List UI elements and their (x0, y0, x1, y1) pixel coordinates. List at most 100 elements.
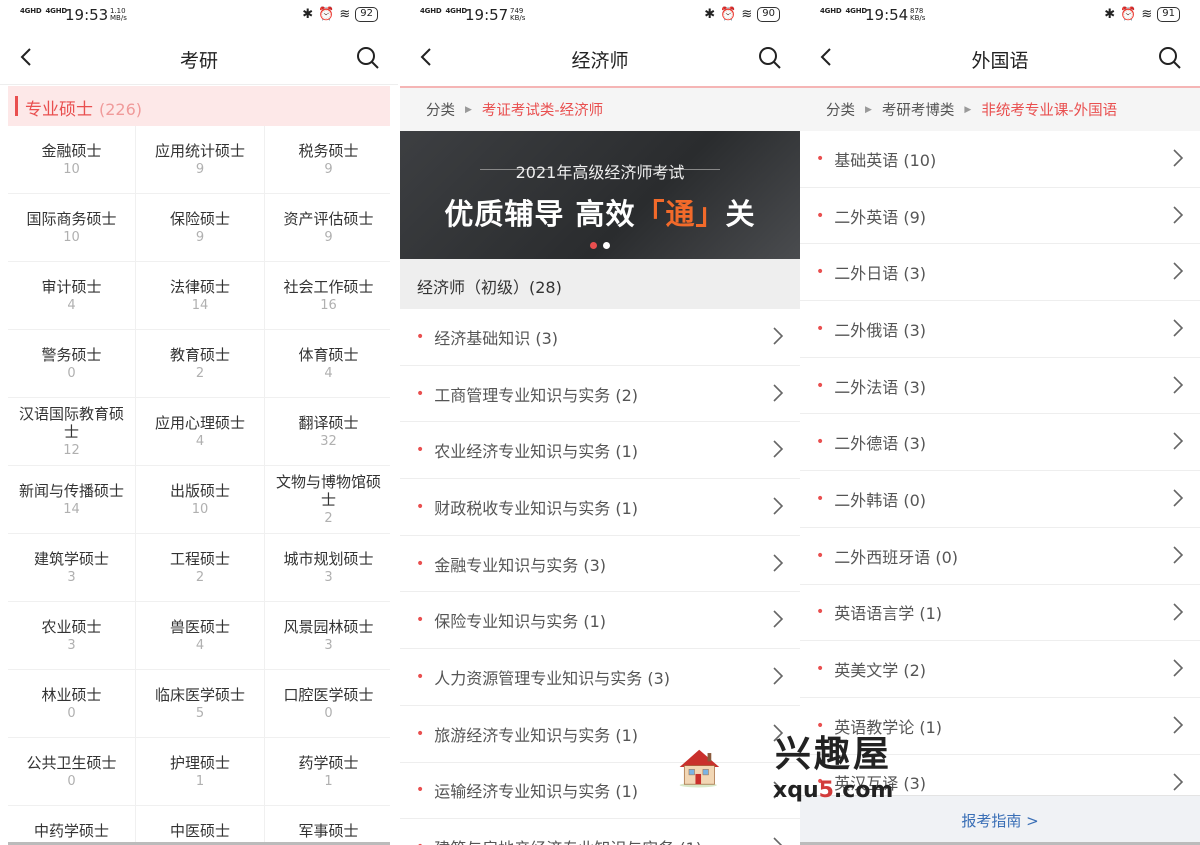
list-item[interactable]: • 二外西班牙语 (0) (800, 528, 1200, 585)
section-header: 专业硕士 (226) (8, 86, 390, 126)
category-cell[interactable]: 税务硕士 9 (265, 126, 392, 193)
category-cell[interactable]: 保险硕士 9 (136, 194, 264, 261)
list-item-label: 二外西班牙语 (0) (834, 547, 959, 567)
category-cell[interactable]: 护理硕士 1 (136, 738, 264, 805)
category-cell[interactable]: 林业硕士 0 (8, 670, 135, 737)
category-name: 法律硕士 (169, 277, 230, 296)
breadcrumb-item-current[interactable]: 非统考专业课-外国语 (971, 99, 1127, 120)
breadcrumb-item-current[interactable]: 考证考试类-经济师 (472, 99, 613, 120)
list-item-label: 二外韩语 (0) (834, 490, 927, 510)
category-cell[interactable]: 金融硕士 10 (8, 126, 135, 193)
promo-banner[interactable]: 2021年高级经济师考试 优质辅导 高效「通」关 (400, 131, 800, 259)
category-cell[interactable]: 审计硕士 4 (8, 262, 135, 329)
category-count: 1 (195, 773, 205, 789)
list-item[interactable]: • 基础英语 (10) (800, 131, 1200, 188)
category-cell[interactable]: 中医硕士2 (136, 806, 264, 845)
category-cell[interactable]: 警务硕士 0 (8, 330, 135, 397)
category-cell[interactable]: 资产评估硕士 9 (265, 194, 392, 261)
category-count: 4 (67, 297, 76, 313)
category-name: 公共卫生硕士 (26, 753, 117, 772)
chevron-right-icon (1173, 659, 1184, 677)
alarm-icon: ⏰ (1120, 7, 1137, 22)
battery-indicator: 90 (757, 7, 780, 22)
category-cell[interactable]: 药学硕士 1 (265, 738, 392, 805)
category-cell[interactable]: 教育硕士 2 (136, 330, 264, 397)
chevron-right-icon (773, 327, 784, 345)
chevron-right-icon (773, 384, 784, 402)
category-cell[interactable]: 应用心理硕士 4 (136, 398, 264, 465)
category-cell[interactable]: 应用统计硕士 9 (136, 126, 264, 193)
chevron-right-icon (1173, 602, 1184, 621)
category-cell[interactable]: 口腔医学硕士 0 (265, 670, 392, 737)
category-cell[interactable]: 军事硕士0 (265, 806, 392, 845)
chevron-right-icon (1173, 546, 1184, 564)
category-count: 10 (191, 501, 209, 517)
category-cell[interactable]: 出版硕士 10 (136, 466, 264, 533)
bullet-icon: • (416, 839, 424, 845)
breadcrumb-item[interactable]: 考研考博类 (872, 99, 965, 120)
category-cell[interactable]: 社会工作硕士 16 (265, 262, 392, 329)
category-cell[interactable]: 文物与博物馆硕士 2 (265, 466, 392, 533)
search-icon[interactable] (356, 46, 380, 70)
list-item-label: 二外法语 (3) (834, 377, 927, 397)
category-cell[interactable]: 公共卫生硕士 0 (8, 738, 135, 805)
category-name: 翻译硕士 (298, 413, 359, 432)
category-cell[interactable]: 翻译硕士 32 (265, 398, 392, 465)
net-speed: 878 KB/s (910, 7, 926, 22)
list-item[interactable]: • 农业经济专业知识与实务 (1) (400, 422, 800, 480)
list-item-label: 保险专业知识与实务 (1) (434, 612, 607, 632)
category-name: 农业硕士 (41, 617, 102, 636)
chevron-right-icon (1173, 716, 1184, 734)
category-cell[interactable]: 农业硕士 3 (8, 602, 135, 669)
status-time: 19:53 (65, 6, 109, 24)
list-item[interactable]: • 经济基础知识 (3) (400, 309, 800, 366)
search-icon[interactable] (758, 46, 782, 70)
list-item[interactable]: • 英语语言学 (1) (800, 585, 1200, 642)
category-cell[interactable]: 体育硕士 4 (265, 330, 392, 397)
category-cell[interactable]: 城市规划硕士 3 (265, 534, 392, 601)
banner-title: 2021年高级经济师考试 (515, 163, 685, 182)
list-item[interactable]: • 金融专业知识与实务 (3) (400, 536, 800, 593)
carousel-dots[interactable] (400, 234, 800, 253)
list-item[interactable]: • 二外俄语 (3) (800, 301, 1200, 358)
title-bar: 考研 (0, 30, 398, 85)
category-count: 0 (324, 705, 333, 721)
category-cell[interactable]: 风景园林硕士 3 (265, 602, 392, 669)
search-icon[interactable] (1158, 46, 1182, 70)
category-count: 2 (195, 569, 205, 585)
list-item[interactable]: • 二外日语 (3) (800, 244, 1200, 302)
category-name: 工程硕士 (169, 549, 230, 568)
category-cell[interactable]: 法律硕士 14 (136, 262, 264, 329)
status-bar: 4GHD 4GHD 19:54 878 KB/s ✱ ⏰ ≋ 91 (800, 0, 1200, 30)
category-cell[interactable]: 汉语国际教育硕士 12 (8, 398, 135, 465)
list-item[interactable]: • 二外法语 (3) (800, 358, 1200, 415)
category-count: 2 (324, 510, 333, 526)
chevron-right-icon (773, 497, 784, 515)
category-cell[interactable]: 工程硕士 2 (136, 534, 264, 601)
list-item-label: 运输经济专业知识与实务 (1) (434, 782, 639, 802)
category-count: 9 (324, 161, 333, 177)
list-item[interactable]: • 二外英语 (9) (800, 188, 1200, 245)
list-item[interactable]: • 财政税收专业知识与实务 (1) (400, 479, 800, 536)
bluetooth-icon: ✱ (302, 7, 314, 22)
wifi-icon: ≋ (1141, 7, 1153, 22)
list-item[interactable]: • 英美文学 (2) (800, 641, 1200, 698)
category-cell[interactable]: 兽医硕士 4 (136, 602, 264, 669)
battery-indicator: 91 (1157, 7, 1180, 22)
category-cell[interactable]: 临床医学硕士 5 (136, 670, 264, 737)
list-item[interactable]: • 建筑与房地产经济专业知识与实务 (1) (400, 819, 800, 845)
category-name: 警务硕士 (41, 345, 102, 364)
network-indicator: 4GHD 4GHD (820, 7, 867, 15)
breadcrumb-item[interactable]: 分类 (816, 99, 865, 120)
list-item[interactable]: • 工商管理专业知识与实务 (2) (400, 366, 800, 423)
breadcrumb-item[interactable]: 分类 (416, 99, 465, 120)
category-cell[interactable]: 中药学硕士0 (8, 806, 135, 845)
list-item[interactable]: • 二外韩语 (0) (800, 471, 1200, 528)
list-item[interactable]: • 保险专业知识与实务 (1) (400, 592, 800, 650)
status-bar: 4GHD 4GHD 19:57 749 KB/s ✱ ⏰ ≋ 90 (400, 0, 800, 30)
category-cell[interactable]: 国际商务硕士 10 (8, 194, 135, 261)
list-item[interactable]: • 人力资源管理专业知识与实务 (3) (400, 649, 800, 706)
list-item[interactable]: • 二外德语 (3) (800, 414, 1200, 472)
category-cell[interactable]: 新闻与传播硕士 14 (8, 466, 135, 533)
category-cell[interactable]: 建筑学硕士 3 (8, 534, 135, 601)
